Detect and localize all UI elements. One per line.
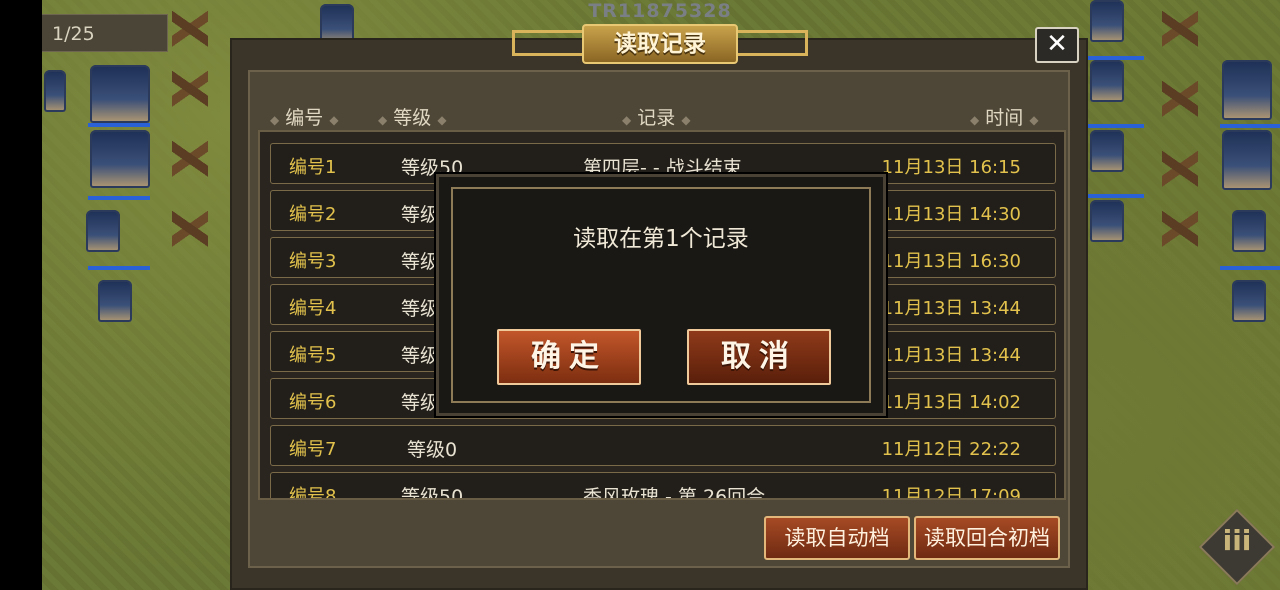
record-description: 香风玫瑰 - 第 26回合 xyxy=(583,486,766,500)
record-time: 11月13日 13:44 xyxy=(881,345,1021,366)
record-time: 11月13日 13:44 xyxy=(881,298,1021,319)
soldier-sprite xyxy=(1222,130,1272,190)
column-header-record-label: 记录 xyxy=(637,107,676,129)
column-header-time-label: 时间 xyxy=(985,107,1024,129)
title-ornament-left xyxy=(512,30,586,56)
column-header-time: ◆ 时间 ◆ xyxy=(970,103,1039,130)
soldier-sprite xyxy=(1090,0,1124,42)
column-header-no-label: 编号 xyxy=(285,107,324,129)
record-time: 11月13日 16:15 xyxy=(881,157,1021,178)
column-header-record: ◆ 记录 ◆ xyxy=(622,103,691,130)
confirm-message: 读取在第1个记录 xyxy=(573,226,749,252)
player-id-label: TR11875328 xyxy=(588,0,732,22)
unit-health-bar xyxy=(1082,124,1144,128)
soldier-sprite xyxy=(1090,130,1124,172)
record-row-7[interactable]: 编号7 等级0 11月12日 22:22 xyxy=(270,425,1056,466)
record-row-8[interactable]: 编号8 等级50 香风玫瑰 - 第 26回合 11月12日 17:09 xyxy=(270,472,1056,500)
record-time: 11月13日 14:30 xyxy=(881,204,1021,225)
header-ornament-icon: ◆ xyxy=(681,113,691,127)
wooden-stake xyxy=(172,0,208,60)
record-no: 编号3 xyxy=(289,251,337,272)
header-ornament-icon: ◆ xyxy=(437,113,447,127)
unit-health-bar xyxy=(88,196,150,200)
record-time: 11月13日 16:30 xyxy=(881,251,1021,272)
soldier-sprite xyxy=(1090,60,1124,102)
unit-health-bar xyxy=(1082,194,1144,198)
unit-health-bar xyxy=(1082,56,1144,60)
header-ornament-icon: ◆ xyxy=(970,113,980,127)
header-ornament-icon: ◆ xyxy=(622,113,632,127)
record-level: 等级 xyxy=(401,345,440,367)
dialog-title: 读取记录 xyxy=(614,31,706,57)
load-auto-save-button[interactable]: 读取自动档 xyxy=(764,516,910,560)
unit-health-bar xyxy=(1220,124,1280,128)
wooden-stake xyxy=(172,130,208,190)
wooden-stake xyxy=(172,200,208,260)
soldier-sprite xyxy=(1090,200,1124,242)
record-no: 编号5 xyxy=(289,345,337,366)
soldier-sprite xyxy=(1232,280,1266,322)
confirm-modal-frame: 读取在第1个记录 确定 取消 xyxy=(451,187,871,403)
soldier-sprite xyxy=(44,70,66,112)
record-level: 等级 xyxy=(401,251,440,273)
header-ornament-icon: ◆ xyxy=(270,113,280,127)
wooden-stake xyxy=(1162,70,1198,130)
record-level: 等级50 xyxy=(401,486,464,500)
record-no: 编号7 xyxy=(289,439,337,460)
record-level: 等级 xyxy=(401,298,440,320)
record-level: 等级0 xyxy=(407,439,458,461)
record-no: 编号4 xyxy=(289,298,337,319)
confirm-ok-button[interactable]: 确定 xyxy=(497,329,641,385)
soldier-sprite xyxy=(86,210,120,252)
close-button[interactable]: ✕ xyxy=(1035,27,1079,63)
record-no: 编号2 xyxy=(289,204,337,225)
record-time: 11月12日 22:22 xyxy=(881,439,1021,460)
column-header-level-label: 等级 xyxy=(393,107,432,129)
record-no: 编号1 xyxy=(289,157,337,178)
soldier-sprite xyxy=(90,130,150,188)
soldier-sprite xyxy=(98,280,132,322)
column-header-no: ◆ 编号 ◆ xyxy=(270,103,339,130)
unit-health-bar xyxy=(88,266,150,270)
confirm-load-modal: 读取在第1个记录 确定 取消 xyxy=(436,174,886,416)
soldier-sprite xyxy=(90,65,150,123)
record-time: 11月13日 14:02 xyxy=(881,392,1021,413)
record-level: 等级 xyxy=(401,392,440,414)
confirm-cancel-button[interactable]: 取消 xyxy=(687,329,831,385)
header-ornament-icon: ◆ xyxy=(1029,113,1039,127)
title-ornament-right xyxy=(734,30,808,56)
header-ornament-icon: ◆ xyxy=(378,113,388,127)
soldier-sprite xyxy=(1222,60,1272,120)
record-time: 11月12日 17:09 xyxy=(881,486,1021,500)
record-level: 等级 xyxy=(401,204,440,226)
menu-icon: iii xyxy=(1222,524,1252,557)
column-header-level: ◆ 等级 ◆ xyxy=(378,103,447,130)
soldier-sprite xyxy=(1232,210,1266,252)
unit-health-bar xyxy=(1220,266,1280,270)
header-ornament-icon: ◆ xyxy=(329,113,339,127)
wooden-stake xyxy=(1162,0,1198,60)
load-turn-start-button[interactable]: 读取回合初档 xyxy=(914,516,1060,560)
wooden-stake xyxy=(1162,200,1198,260)
close-icon: ✕ xyxy=(1046,29,1068,59)
unit-health-bar xyxy=(88,123,150,127)
record-no: 编号8 xyxy=(289,486,337,500)
page-indicator: 1/25 xyxy=(42,14,168,52)
record-no: 编号6 xyxy=(289,392,337,413)
wooden-stake xyxy=(1162,140,1198,200)
wooden-stake xyxy=(172,60,208,120)
dialog-title-plate: 读取记录 xyxy=(512,20,808,68)
